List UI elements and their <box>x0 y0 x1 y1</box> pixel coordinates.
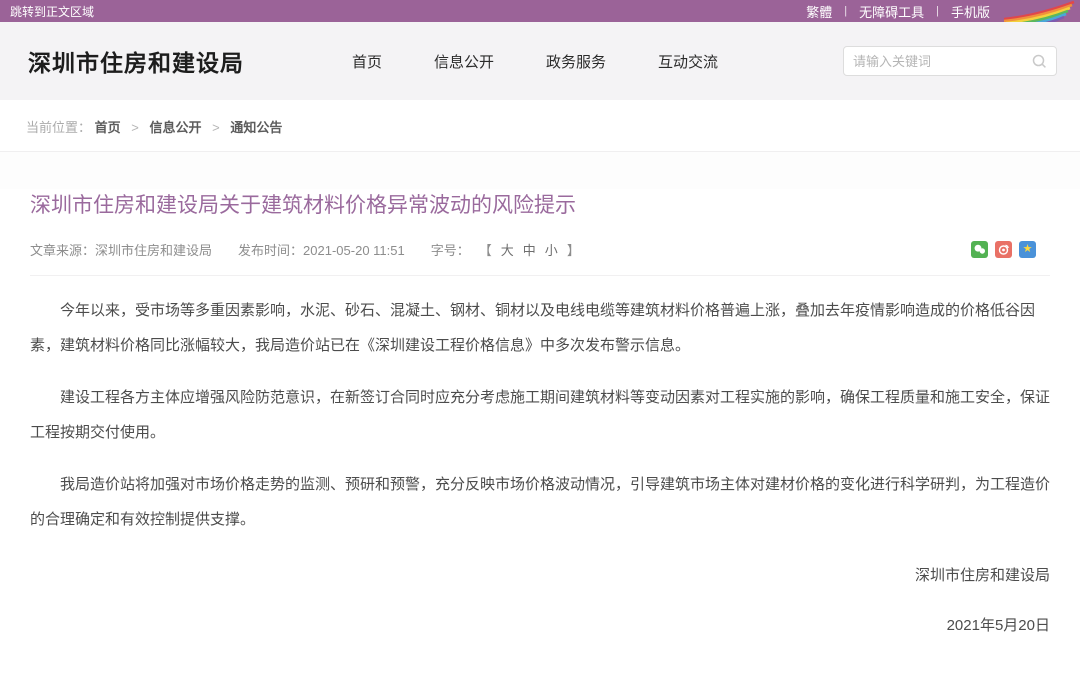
font-size-bracket: 】 <box>567 240 580 259</box>
qzone-share-icon[interactable]: ★ <box>1019 241 1036 258</box>
site-title: 深圳市住房和建设局 <box>28 44 244 78</box>
breadcrumb-notices[interactable]: 通知公告 <box>230 120 282 135</box>
article-source: 文章来源：深圳市住房和建设局 <box>30 240 212 259</box>
accessibility-tools-link[interactable]: 无障碍工具 <box>859 2 924 21</box>
breadcrumb: 当前位置： 首页 > 信息公开 > 通知公告 <box>0 100 1080 152</box>
signature-date: 2021年5月20日 <box>30 614 1050 635</box>
nav-government-services[interactable]: 政务服务 <box>546 51 606 72</box>
nav-interaction[interactable]: 互动交流 <box>658 51 718 72</box>
traditional-chinese-link[interactable]: 繁體 <box>806 2 832 21</box>
paragraph: 建设工程各方主体应增强风险防范意识，在新签订合同时应充分考虑施工期间建筑材料等变… <box>30 380 1050 450</box>
breadcrumb-home[interactable]: 首页 <box>95 120 121 135</box>
breadcrumb-separator: > <box>212 120 220 135</box>
share-buttons: ★ <box>971 241 1050 258</box>
paragraph: 今年以来，受市场等多重因素影响，水泥、砂石、混凝土、钢材、铜材以及电线电缆等建筑… <box>30 293 1050 363</box>
search-input[interactable] <box>853 54 1032 69</box>
font-size-medium[interactable]: 中 <box>523 240 536 259</box>
rainbow-logo-icon[interactable] <box>1000 0 1078 22</box>
font-size-large[interactable]: 大 <box>501 240 514 259</box>
search-box <box>843 46 1057 76</box>
skip-to-content-link[interactable]: 跳转到正文区域 <box>10 3 94 20</box>
signature-agency: 深圳市住房和建设局 <box>30 564 1050 585</box>
font-size-small[interactable]: 小 <box>545 240 558 259</box>
article-content: 深圳市住房和建设局关于建筑材料价格异常波动的风险提示 文章来源：深圳市住房和建设… <box>0 189 1080 681</box>
wechat-share-icon[interactable] <box>971 241 988 258</box>
meta-divider <box>30 275 1050 276</box>
article-body: 今年以来，受市场等多重因素影响，水泥、砂石、混凝土、钢材、铜材以及电线电缆等建筑… <box>30 293 1050 537</box>
breadcrumb-label: 当前位置： <box>26 120 91 135</box>
paragraph: 我局造价站将加强对市场价格走势的监测、预研和预警，充分反映市场价格波动情况，引导… <box>30 467 1050 537</box>
weibo-share-icon[interactable] <box>995 241 1012 258</box>
mobile-version-link[interactable]: 手机版 <box>951 2 990 21</box>
top-utility-bar: 跳转到正文区域 繁體 | 无障碍工具 | 手机版 <box>0 0 1080 22</box>
search-icon[interactable] <box>1032 54 1047 69</box>
topbar-separator: | <box>844 5 847 17</box>
article-meta: 文章来源：深圳市住房和建设局 发布时间：2021-05-20 11:51 字号：… <box>30 240 1050 259</box>
nav-home[interactable]: 首页 <box>352 51 382 72</box>
font-size-bracket: 【 <box>479 240 492 259</box>
breadcrumb-info-disclosure[interactable]: 信息公开 <box>150 120 202 135</box>
font-size-control: 字号： 【 大 中 小 】 <box>431 240 580 259</box>
article-title: 深圳市住房和建设局关于建筑材料价格异常波动的风险提示 <box>30 189 1050 219</box>
site-header: 深圳市住房和建设局 首页 信息公开 政务服务 互动交流 <box>0 22 1080 100</box>
nav-info-disclosure[interactable]: 信息公开 <box>434 51 494 72</box>
topbar-links: 繁體 | 无障碍工具 | 手机版 <box>806 2 990 21</box>
breadcrumb-separator: > <box>131 120 139 135</box>
topbar-separator: | <box>936 5 939 17</box>
main-nav: 首页 信息公开 政务服务 互动交流 <box>352 51 718 72</box>
publish-time: 发布时间：2021-05-20 11:51 <box>238 240 405 259</box>
